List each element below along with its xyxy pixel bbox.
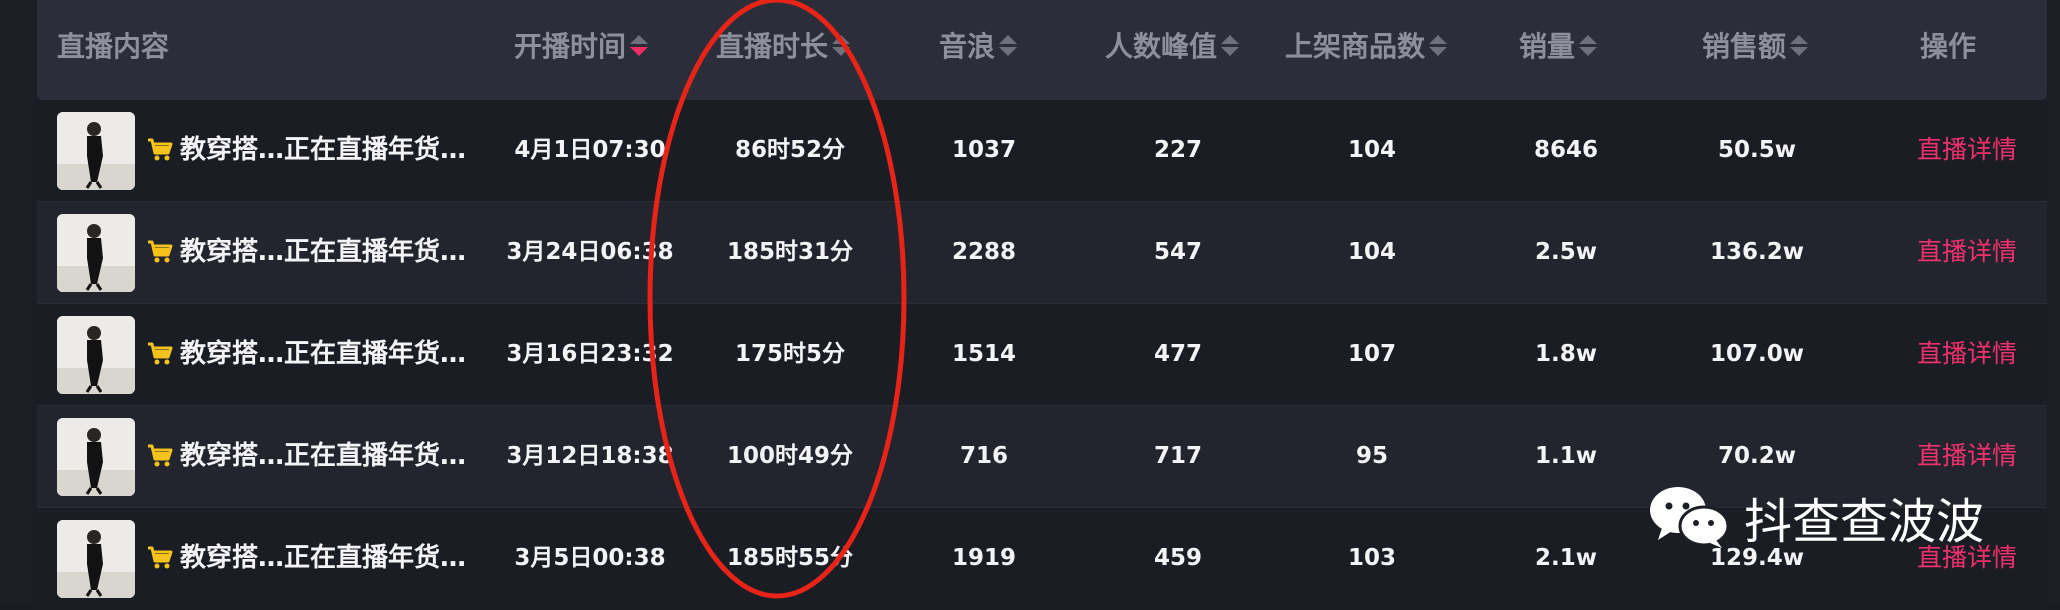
header-sales[interactable]: 销量 bbox=[1519, 22, 1598, 68]
header-revenue[interactable]: 销售额 bbox=[1702, 22, 1809, 68]
products-cell: 107 bbox=[1347, 341, 1396, 367]
sound-wave-cell: 2288 bbox=[951, 239, 1016, 265]
products-cell: 103 bbox=[1347, 545, 1396, 571]
watermark-text: 抖查查波波 bbox=[1744, 494, 1985, 550]
header-products-label: 上架商品数 bbox=[1285, 30, 1426, 63]
peak-viewers-cell: 459 bbox=[1153, 545, 1202, 571]
peak-viewers-cell: 547 bbox=[1153, 239, 1202, 265]
revenue-cell: 136.2w bbox=[1710, 239, 1804, 265]
sort-icon[interactable] bbox=[1579, 34, 1598, 56]
header-peak-viewers[interactable]: 人数峰值 bbox=[1105, 22, 1240, 68]
revenue-cell: 70.2w bbox=[1718, 443, 1796, 469]
peak-viewers-cell: 717 bbox=[1153, 443, 1202, 469]
stream-thumbnail[interactable] bbox=[57, 112, 135, 190]
stream-thumbnail[interactable] bbox=[57, 520, 135, 598]
live-stream-table: 直播内容 开播时间 直播时长 音浪 人数峰值 上架商品数 销量 销售额 操作 教… bbox=[37, 0, 2047, 610]
live-detail-link[interactable]: 直播详情 bbox=[1887, 334, 2047, 374]
stream-thumbnail[interactable] bbox=[57, 316, 135, 394]
header-peak-viewers-label: 人数峰值 bbox=[1105, 30, 1218, 63]
peak-viewers-cell: 477 bbox=[1153, 341, 1202, 367]
stream-title[interactable]: 教穿搭…正在直播年货… bbox=[180, 130, 466, 170]
duration-cell: 100时49分 bbox=[726, 443, 854, 469]
header-duration-label: 直播时长 bbox=[716, 30, 829, 63]
header-start-time[interactable]: 开播时间 bbox=[514, 22, 649, 68]
revenue-cell: 107.0w bbox=[1710, 341, 1804, 367]
sort-icon[interactable] bbox=[1790, 34, 1809, 56]
products-cell: 104 bbox=[1347, 239, 1396, 265]
wechat-icon bbox=[1650, 487, 1730, 548]
sound-wave-cell: 1037 bbox=[951, 137, 1016, 163]
live-detail-link[interactable]: 直播详情 bbox=[1887, 232, 2047, 272]
sales-cell: 1.8w bbox=[1535, 341, 1597, 367]
start-time-cell: 3月5日00:38 bbox=[514, 545, 666, 571]
header-action-label: 操作 bbox=[1920, 30, 1977, 63]
stream-thumbnail[interactable] bbox=[57, 214, 135, 292]
start-time-cell: 3月24日06:38 bbox=[506, 239, 674, 265]
stream-title[interactable]: 教穿搭…正在直播年货… bbox=[180, 232, 466, 272]
live-detail-link[interactable]: 直播详情 bbox=[1887, 130, 2047, 170]
sort-icon[interactable] bbox=[832, 34, 851, 56]
duration-cell: 185时55分 bbox=[726, 545, 854, 571]
sales-cell: 8646 bbox=[1533, 137, 1598, 163]
shopping-cart-icon bbox=[148, 138, 173, 161]
sort-icon[interactable] bbox=[1429, 34, 1448, 56]
table-header: 直播内容 开播时间 直播时长 音浪 人数峰值 上架商品数 销量 销售额 操作 bbox=[37, 0, 2047, 100]
page: 直播内容 开播时间 直播时长 音浪 人数峰值 上架商品数 销量 销售额 操作 教… bbox=[0, 0, 2060, 610]
header-content: 直播内容 bbox=[57, 22, 169, 68]
watermark: 抖查查波波 bbox=[1648, 484, 1984, 550]
header-start-time-label: 开播时间 bbox=[514, 30, 627, 63]
start-time-cell: 3月16日23:32 bbox=[506, 341, 674, 367]
stream-title[interactable]: 教穿搭…正在直播年货… bbox=[180, 538, 466, 578]
header-sales-label: 销量 bbox=[1519, 30, 1576, 63]
shopping-cart-icon bbox=[148, 342, 173, 365]
table-row[interactable]: 教穿搭…正在直播年货… 4月1日07:30 86时52分 1037 227 10… bbox=[37, 100, 2047, 202]
header-revenue-label: 销售额 bbox=[1702, 30, 1787, 63]
shopping-cart-icon bbox=[148, 546, 173, 569]
sound-wave-cell: 1514 bbox=[951, 341, 1016, 367]
sound-wave-cell: 1919 bbox=[951, 545, 1016, 571]
sort-icon[interactable] bbox=[1221, 34, 1240, 56]
shopping-cart-icon bbox=[148, 240, 173, 263]
products-cell: 104 bbox=[1347, 137, 1396, 163]
stream-title[interactable]: 教穿搭…正在直播年货… bbox=[180, 334, 466, 374]
stream-title[interactable]: 教穿搭…正在直播年货… bbox=[180, 436, 466, 476]
table-row[interactable]: 教穿搭…正在直播年货… 3月24日06:38 185时31分 2288 547 … bbox=[37, 202, 2047, 304]
peak-viewers-cell: 227 bbox=[1153, 137, 1202, 163]
live-detail-link[interactable]: 直播详情 bbox=[1887, 436, 2047, 476]
revenue-cell: 50.5w bbox=[1718, 137, 1796, 163]
start-time-cell: 4月1日07:30 bbox=[514, 137, 666, 163]
duration-cell: 86时52分 bbox=[734, 137, 845, 163]
products-cell: 95 bbox=[1355, 443, 1388, 469]
header-content-label: 直播内容 bbox=[57, 30, 170, 63]
stream-thumbnail[interactable] bbox=[57, 418, 135, 496]
shopping-cart-icon bbox=[148, 444, 173, 467]
start-time-cell: 3月12日18:38 bbox=[506, 443, 674, 469]
duration-cell: 185时31分 bbox=[726, 239, 854, 265]
sales-cell: 2.5w bbox=[1535, 239, 1597, 265]
header-sound-wave-label: 音浪 bbox=[939, 30, 996, 63]
header-duration[interactable]: 直播时长 bbox=[716, 22, 851, 68]
header-products[interactable]: 上架商品数 bbox=[1285, 22, 1448, 68]
sales-cell: 2.1w bbox=[1535, 545, 1597, 571]
sort-icon[interactable] bbox=[630, 34, 649, 56]
sort-icon[interactable] bbox=[999, 34, 1018, 56]
table-row[interactable]: 教穿搭…正在直播年货… 3月16日23:32 175时5分 1514 477 1… bbox=[37, 304, 2047, 406]
header-sound-wave[interactable]: 音浪 bbox=[939, 22, 1018, 68]
header-action: 操作 bbox=[1920, 22, 1976, 68]
duration-cell: 175时5分 bbox=[734, 341, 845, 367]
sales-cell: 1.1w bbox=[1535, 443, 1597, 469]
sound-wave-cell: 716 bbox=[959, 443, 1008, 469]
